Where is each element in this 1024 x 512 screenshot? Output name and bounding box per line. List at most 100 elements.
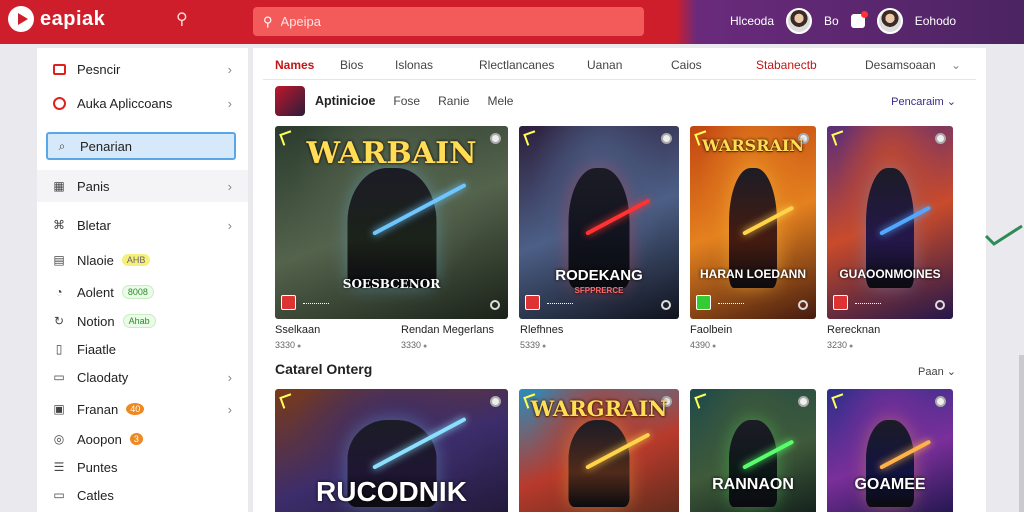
sidebar-item-catles[interactable]: ▭ Catles [37,479,248,511]
tab-names[interactable]: Names [275,58,314,72]
tab-islonas[interactable]: Islonas [395,58,433,72]
sidebar-item-label: Bletar [77,217,111,233]
filter-ranie[interactable]: Ranie [438,94,469,108]
game-title-text: HARAN LOEDANN [700,267,806,281]
app-card[interactable]: WARSRAIN HARAN LOEDANN [690,126,816,319]
tab-bios[interactable]: Bios [340,58,363,72]
search-icon: ⚲ [263,13,273,29]
tab-caios[interactable]: Caios [671,58,702,72]
scrollbar[interactable] [1019,355,1024,512]
rating-dots [303,303,329,308]
sidebar-item-label: Penarian [80,138,133,154]
gear-icon[interactable] [798,300,808,310]
publisher-icon [696,295,711,310]
filter-fose[interactable]: Fose [393,94,420,108]
sidebar-item-bletar[interactable]: ⌘ Bletar › [37,209,248,241]
book-icon: ▯ [55,342,63,356]
game-title-text: RANNAON [712,476,794,493]
app-card[interactable]: RUCODNIK [275,389,508,512]
app-card-title[interactable]: Rendan Megerlans [401,324,494,336]
badge-icon [935,133,946,144]
sidebar-item-panis[interactable]: ▦ Panis › [37,170,248,202]
sidebar-item-nlaoie[interactable]: ▤ Nlaoie AHB [37,244,248,276]
header-label[interactable]: Bo [824,14,839,28]
header-user-name[interactable]: Hlceoda [730,14,774,28]
chevron-down-icon: ⌄ [943,366,956,378]
chevron-right-icon: › [227,95,232,111]
status-badge: 8008 [121,285,154,299]
chevron-down-icon: ⌄ [946,96,956,108]
sidebar-item-apps[interactable]: Auka Apliccoans › [37,87,248,119]
section-title: Catarel Onterg [275,361,373,377]
grid-icon: ▦ [53,179,65,193]
see-more-label: Paan [918,366,944,378]
app-card-meta: 3330 [401,340,427,350]
app-card-title[interactable]: Faolbein [690,324,732,336]
tab-desamsoaan[interactable]: Desamsoaan [865,58,936,72]
sidebar-item-label: Puntes [77,459,118,475]
sword-corner-icon [279,393,295,409]
sidebar-item-label: Aoopon [77,431,122,447]
sub-nav: Aptinicioe Fose Ranie Mele [275,86,513,116]
list-icon: ☰ [53,460,65,474]
play-logo-icon [8,6,34,32]
sidebar: Pesncir › Auka Apliccoans › ⌕ Penarian ▦… [37,48,248,512]
chevron-right-icon: › [227,178,232,194]
header-user-area: Hlceoda Bo Eohodo [730,6,956,36]
sidebar-item-aolent[interactable]: ◔ Aolent 8008 [37,276,248,308]
app-card[interactable]: GUAOONMOINES [827,126,953,319]
gear-icon[interactable] [490,300,500,310]
app-card[interactable]: GOAMEE [827,389,953,512]
filter-mele[interactable]: Mele [487,94,513,108]
tab-rlectlancanes[interactable]: Rlectlancanes [479,58,554,72]
sort-dropdown[interactable]: Pencaraim ⌄ [891,95,956,108]
header-account-name[interactable]: Eohodo [915,14,956,28]
sidebar-item-penarian[interactable]: ⌕ Penarian [46,132,236,160]
calendar-icon [51,62,67,76]
search-bar[interactable]: ⚲ [253,7,644,36]
avatar[interactable] [876,8,903,34]
folder-icon: ▭ [53,488,65,502]
rating-dots [855,303,881,308]
sidebar-item-pesncir[interactable]: Pesncir › [37,53,248,85]
character-art [347,168,436,288]
brand[interactable]: eapiak [8,6,105,32]
game-logo-text: WARBAIN [306,136,477,171]
game-logo-text: WARGRAIN [530,396,668,421]
gear-icon[interactable] [935,300,945,310]
publisher-icon [525,295,540,310]
app-card-meta: 3330 [275,340,301,350]
sidebar-item-label: Panis [77,178,110,194]
sidebar-item-claodaty[interactable]: ▭ Claodaty › [37,361,248,393]
sidebar-item-franan[interactable]: ▣ Franan 40 › [37,393,248,425]
app-card[interactable]: WARGRAIN [519,389,679,512]
brand-name: eapiak [40,7,106,30]
app-card[interactable]: RODEKANG SFPPRERCE [519,126,679,319]
sidebar-item-label: Catles [77,487,114,503]
see-more-link[interactable]: Paan ⌄ [918,365,956,378]
rating-dots [547,303,573,308]
notification-icon[interactable] [850,11,868,28]
game-title-text: GOAMEE [854,476,926,493]
app-card-title[interactable]: Sselkaan [275,324,320,336]
tab-stabanectb[interactable]: Stabanectb [756,58,817,72]
sidebar-item-label: Nlaoie [77,252,114,268]
app-card[interactable]: WARBAIN SOESBCENOR [275,126,508,319]
avatar[interactable] [786,8,813,34]
sidebar-item-label: Aolent [77,284,114,300]
sort-label: Pencaraim [891,96,944,108]
search-input[interactable] [280,14,621,29]
search-icon[interactable]: ⚲ [176,9,188,29]
app-card-meta: 5339 [520,340,546,350]
gear-icon[interactable] [661,300,671,310]
app-card[interactable]: RANNAON [690,389,816,512]
chevron-down-icon[interactable]: ⌄ [951,58,961,72]
app-card-title[interactable]: Rerecknan [827,324,880,336]
tab-uanan[interactable]: Uanan [587,58,622,72]
chevron-right-icon: › [227,61,232,77]
app-card-meta: 4390 [690,340,716,350]
image-icon: ▣ [53,402,65,416]
sword-corner-icon [831,130,847,146]
sidebar-item-label: Fiaatle [77,341,117,357]
app-card-title[interactable]: Rlefhnes [520,324,563,336]
